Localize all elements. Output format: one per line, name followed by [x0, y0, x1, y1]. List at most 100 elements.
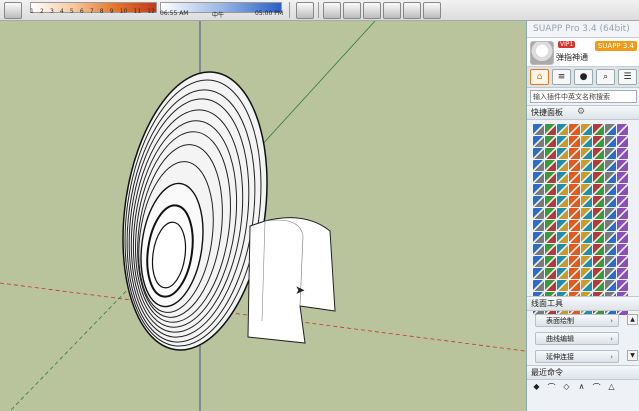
plugin-tool-icon[interactable]: [533, 124, 544, 135]
plugin-tool-icon[interactable]: [569, 268, 580, 279]
plugin-tool-icon[interactable]: [545, 172, 556, 183]
plugin-tool-icon[interactable]: [533, 160, 544, 171]
eraser-icon[interactable]: [4, 2, 22, 19]
plugin-tool-icon[interactable]: [593, 208, 604, 219]
top-view-icon[interactable]: [343, 2, 361, 19]
plugin-tool-icon[interactable]: [533, 220, 544, 231]
plugin-tool-icon[interactable]: [569, 208, 580, 219]
plugin-tool-icon[interactable]: [545, 184, 556, 195]
plugin-tool-icon[interactable]: [533, 244, 544, 255]
list-icon[interactable]: ≡: [552, 69, 571, 85]
plugin-tool-icon[interactable]: [545, 256, 556, 267]
plugin-tool-icon[interactable]: [557, 172, 568, 183]
plugin-tool-icon[interactable]: [557, 268, 568, 279]
curve-edit-button[interactable]: 曲线编辑 ›: [535, 332, 619, 345]
plugin-tool-icon[interactable]: [581, 160, 592, 171]
plugin-tool-icon[interactable]: [605, 232, 616, 243]
recent-tool-icon[interactable]: ⌒: [590, 382, 603, 393]
plugin-tool-icon[interactable]: [569, 256, 580, 267]
plugin-tool-icon[interactable]: [557, 160, 568, 171]
plugin-tool-icon[interactable]: [545, 208, 556, 219]
plugin-tool-icon[interactable]: [605, 136, 616, 147]
plugin-tool-icon[interactable]: [569, 160, 580, 171]
plugin-tool-icon[interactable]: [617, 244, 628, 255]
plugin-tool-icon[interactable]: [617, 196, 628, 207]
plugin-tool-icon[interactable]: [545, 148, 556, 159]
recent-tool-icon[interactable]: ⌒: [545, 382, 558, 393]
plugin-tool-icon[interactable]: [617, 148, 628, 159]
plugin-tool-icon[interactable]: [545, 196, 556, 207]
back-view-icon[interactable]: [403, 2, 421, 19]
plugin-tool-icon[interactable]: [593, 220, 604, 231]
plugin-tool-icon[interactable]: [581, 268, 592, 279]
plugin-tool-icon[interactable]: [545, 136, 556, 147]
plugin-tool-icon[interactable]: [569, 124, 580, 135]
plugin-tool-icon[interactable]: [605, 220, 616, 231]
plugin-tool-icon[interactable]: [569, 148, 580, 159]
plugin-tool-icon[interactable]: [533, 256, 544, 267]
plugin-tool-icon[interactable]: [581, 124, 592, 135]
plugin-tool-icon[interactable]: [617, 220, 628, 231]
plugin-tool-icon[interactable]: [605, 256, 616, 267]
plugin-tool-icon[interactable]: [545, 232, 556, 243]
plugin-tool-icon[interactable]: [617, 256, 628, 267]
plugin-tool-icon[interactable]: [605, 208, 616, 219]
plugin-tool-icon[interactable]: [605, 280, 616, 291]
plugin-tool-icon[interactable]: [581, 220, 592, 231]
recent-tool-icon[interactable]: △: [605, 382, 618, 393]
plugin-tool-icon[interactable]: [533, 196, 544, 207]
plugin-tool-icon[interactable]: [617, 232, 628, 243]
plugin-tool-icon[interactable]: [569, 196, 580, 207]
plugin-tool-icon[interactable]: [605, 124, 616, 135]
plugin-tool-icon[interactable]: [593, 196, 604, 207]
plugin-tool-icon[interactable]: [569, 220, 580, 231]
model-viewport[interactable]: ➤: [0, 21, 525, 411]
user-icon[interactable]: ●: [574, 69, 593, 85]
plugin-tool-icon[interactable]: [557, 148, 568, 159]
plugin-tool-icon[interactable]: [617, 124, 628, 135]
plugin-tool-icon[interactable]: [533, 172, 544, 183]
plugin-tool-icon[interactable]: [533, 268, 544, 279]
search-icon[interactable]: ⌕: [596, 69, 615, 85]
plugin-tool-icon[interactable]: [557, 256, 568, 267]
plugin-tool-icon[interactable]: [557, 232, 568, 243]
recent-tool-icon[interactable]: ∧: [575, 382, 588, 393]
plugin-tool-icon[interactable]: [569, 280, 580, 291]
plugin-tool-icon[interactable]: [581, 256, 592, 267]
plugin-tool-icon[interactable]: [569, 244, 580, 255]
plugin-tool-icon[interactable]: [569, 172, 580, 183]
iso-view-icon[interactable]: [323, 2, 341, 19]
quick-panel-header[interactable]: 快捷面板 ⚙: [527, 105, 639, 120]
right-view-icon[interactable]: [383, 2, 401, 19]
plugin-tool-icon[interactable]: [533, 208, 544, 219]
left-view-icon[interactable]: [423, 2, 441, 19]
plugin-tool-icon[interactable]: [545, 280, 556, 291]
recent-tool-icon[interactable]: ◆: [530, 382, 543, 393]
plugin-tool-icon[interactable]: [545, 160, 556, 171]
plugin-tool-icon[interactable]: [593, 244, 604, 255]
recent-commands-header[interactable]: 最近命令: [527, 365, 639, 380]
plugin-tool-icon[interactable]: [617, 160, 628, 171]
plugin-tool-icon[interactable]: [605, 184, 616, 195]
plugin-tool-icon[interactable]: [593, 136, 604, 147]
plugin-tool-icon[interactable]: [533, 136, 544, 147]
plugin-search-input[interactable]: [530, 90, 637, 103]
plugin-tool-icon[interactable]: [593, 148, 604, 159]
plugin-tool-icon[interactable]: [593, 184, 604, 195]
plugin-tool-icon[interactable]: [545, 244, 556, 255]
plugin-tool-icon[interactable]: [593, 268, 604, 279]
plugin-tool-icon[interactable]: [545, 268, 556, 279]
plugin-tool-icon[interactable]: [617, 184, 628, 195]
plugin-tool-icon[interactable]: [545, 124, 556, 135]
plugin-tool-icon[interactable]: [593, 232, 604, 243]
plugin-tool-icon[interactable]: [533, 280, 544, 291]
plugin-tool-icon[interactable]: [581, 244, 592, 255]
plugin-tool-icon[interactable]: [581, 232, 592, 243]
plugin-tool-icon[interactable]: [605, 268, 616, 279]
plugin-tool-icon[interactable]: [605, 148, 616, 159]
plugin-tool-icon[interactable]: [581, 196, 592, 207]
line-tools-header[interactable]: 线面工具: [527, 296, 639, 311]
plugin-tool-icon[interactable]: [617, 268, 628, 279]
extend-connect-button[interactable]: 延伸连接 ›: [535, 350, 619, 363]
group-icon[interactable]: [296, 2, 314, 19]
